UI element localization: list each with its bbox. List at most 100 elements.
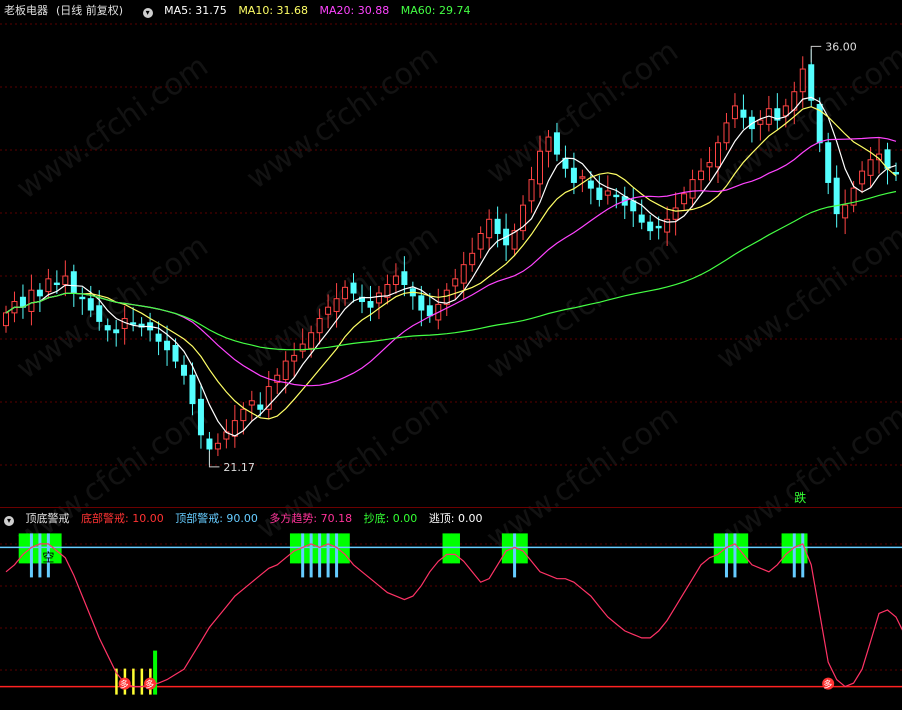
- candle-body: [587, 180, 594, 189]
- candle-body: [859, 170, 866, 185]
- candle-body: [104, 325, 111, 331]
- ma60-label: MA60: 29.74: [400, 4, 471, 17]
- buy-bottom-bar: [140, 668, 144, 695]
- bottom-alert-label: 底部警戒: 10.00: [81, 512, 164, 525]
- candle-body: [681, 193, 688, 205]
- candle-body: [655, 225, 662, 229]
- candle-body: [825, 142, 832, 183]
- bull-trend-label: 多方趋势: 70.18: [269, 512, 353, 525]
- escape-top-label: 逃顶: 0.00: [428, 512, 483, 525]
- candle-body: [545, 136, 552, 152]
- candle-body: [486, 218, 493, 239]
- candle-body: [698, 170, 705, 181]
- candle-body: [375, 292, 382, 304]
- ma10-line: [5, 106, 897, 420]
- candle-body: [799, 68, 806, 93]
- kong-marker: 空: [42, 550, 54, 564]
- candle-body: [113, 329, 120, 334]
- candle-body: [164, 340, 171, 351]
- candle-body: [528, 179, 535, 202]
- candle-body: [231, 420, 238, 437]
- candle-body: [401, 271, 408, 286]
- escape-tick: [733, 533, 737, 578]
- candle-body: [3, 312, 9, 327]
- top-alert-bar: [713, 533, 723, 564]
- candle-body: [333, 298, 340, 312]
- ma5-label: MA5: 31.75: [164, 4, 227, 17]
- candle-body: [206, 438, 213, 450]
- candle-body: [596, 187, 603, 200]
- candle-body: [155, 333, 162, 342]
- top-alert-bar: [451, 533, 460, 564]
- buy-bottom-label: 抄底: 0.00: [363, 512, 418, 525]
- candle-body: [579, 176, 586, 179]
- escape-tick: [513, 533, 517, 578]
- candle-body: [723, 122, 730, 144]
- candle-body: [757, 119, 764, 125]
- stock-title: 老板电器 (日线 前复权): [4, 4, 124, 17]
- candle-body: [130, 322, 137, 325]
- sub-legend: ▾ 顶底警戒 底部警戒: 10.00 顶部警戒: 90.00 多方趋势: 70.…: [4, 512, 491, 526]
- chart-stage: www.cfchi.com www.cfchi.com www.cfchi.co…: [0, 0, 902, 710]
- candle-body: [96, 305, 103, 322]
- escape-tick: [38, 533, 42, 578]
- candle-body: [189, 374, 196, 405]
- candle-body: [62, 275, 69, 286]
- candle-body: [291, 354, 298, 362]
- escape-tick: [724, 533, 728, 578]
- indicator-chart: 空多 多 多: [0, 533, 902, 695]
- settings-icon[interactable]: ▾: [142, 8, 153, 18]
- ma20-label: MA20: 30.88: [319, 4, 390, 17]
- candle-body: [87, 298, 94, 311]
- candle-body: [282, 360, 289, 380]
- candle-body: [833, 177, 840, 215]
- ma20-line: [5, 136, 897, 387]
- escape-tick: [326, 533, 330, 578]
- candle-body: [197, 398, 204, 436]
- bull-trend-line: [5, 543, 902, 688]
- candle-body: [350, 282, 357, 294]
- top-alert-label: 顶部警戒: 90.00: [175, 512, 258, 525]
- top-alert-bar: [289, 533, 299, 564]
- buy-bottom-bar: [132, 668, 135, 695]
- escape-tick: [801, 533, 805, 578]
- candle-body: [28, 289, 35, 312]
- settings-icon[interactable]: ▾: [4, 516, 14, 526]
- candle-body: [214, 442, 221, 450]
- candle-body: [689, 179, 696, 199]
- candle-body: [181, 364, 187, 376]
- candle-body: [867, 159, 874, 176]
- candle-body: [638, 214, 645, 223]
- main-legend: 老板电器 (日线 前复权) ▾ MA5: 31.75 MA10: 31.68 MA…: [4, 4, 478, 18]
- candle-body: [647, 221, 654, 232]
- candle-body: [325, 306, 332, 315]
- candle-body: [316, 318, 323, 334]
- candle-body: [553, 132, 560, 155]
- escape-tick: [335, 533, 339, 578]
- candle-body: [460, 264, 467, 284]
- escape-tick: [318, 533, 322, 578]
- high-pointer: [810, 45, 822, 63]
- candle-body: [45, 278, 52, 293]
- candle-body: [672, 207, 679, 220]
- drop-marker: 跌: [794, 490, 806, 505]
- price-chart: 36.00 21.17 跌: [0, 23, 902, 505]
- candle-body: [782, 105, 789, 117]
- low-price-label: 21.17: [223, 461, 255, 474]
- candle-body: [342, 286, 349, 300]
- candle-body: [240, 408, 247, 422]
- candle-body: [53, 282, 60, 286]
- ma10-label: MA10: 31.68: [238, 4, 309, 17]
- escape-tick: [29, 533, 33, 578]
- candle-body: [172, 344, 179, 362]
- candle-body: [79, 296, 86, 300]
- candle-body: [808, 64, 815, 101]
- candle-body: [469, 252, 476, 266]
- top-alert-bar: [781, 533, 791, 564]
- candle-body: [630, 200, 637, 212]
- candle-body: [740, 109, 747, 118]
- candle-body: [418, 295, 425, 311]
- candle-body: [392, 275, 399, 286]
- candle-body: [248, 400, 255, 406]
- candle-body: [452, 278, 459, 287]
